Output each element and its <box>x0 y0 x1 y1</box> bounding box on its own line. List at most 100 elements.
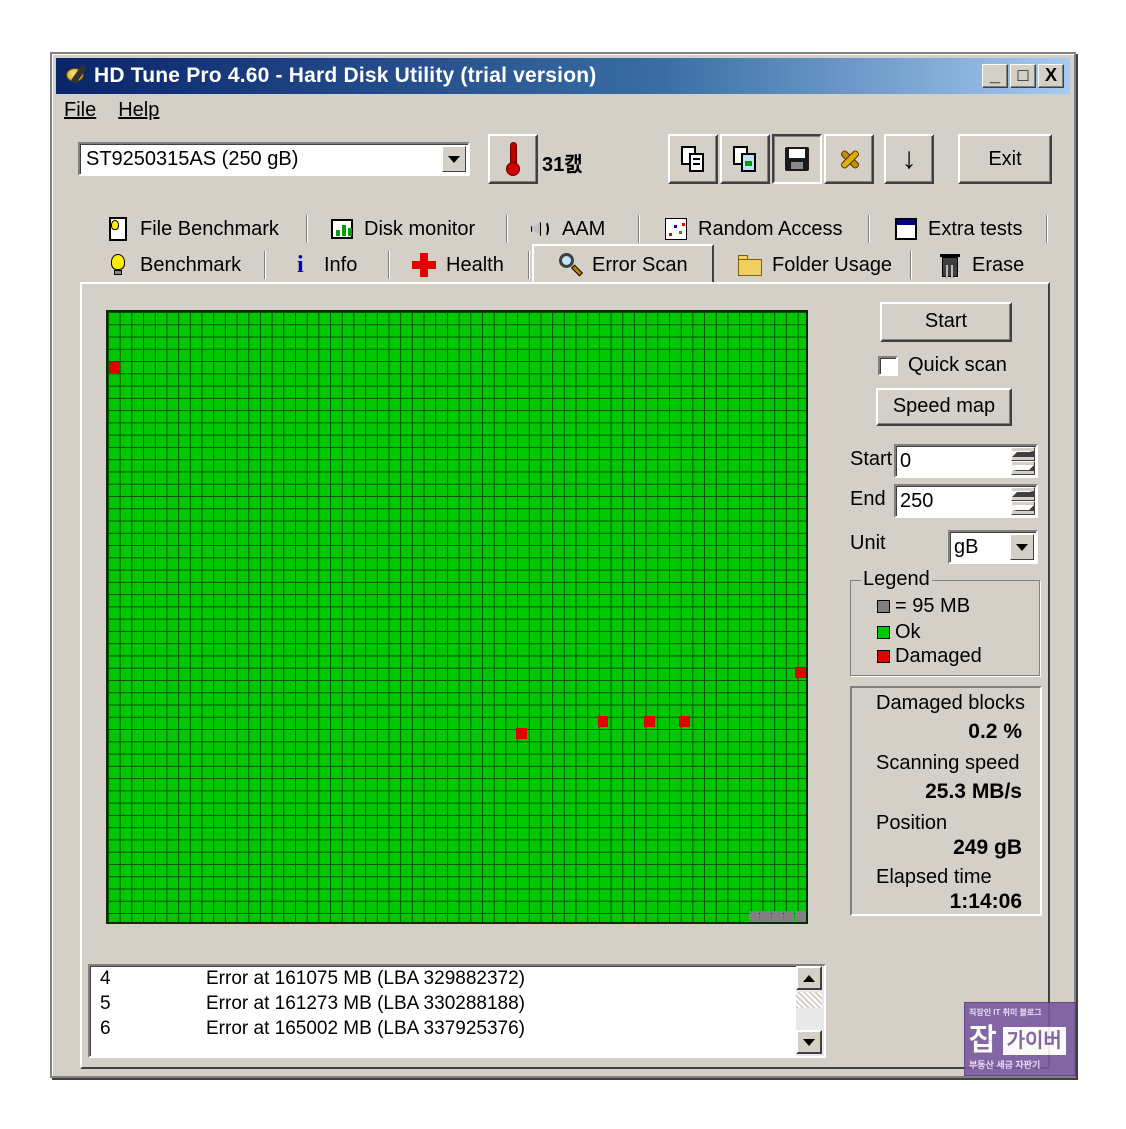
menu-help-label: Help <box>118 98 160 121</box>
menu-file[interactable]: File <box>64 99 96 122</box>
temperature-readout: 31캜 <box>542 154 583 176</box>
damaged-block <box>679 715 690 727</box>
damaged-blocks-value: 0.2 % <box>968 720 1022 743</box>
unit-label: Unit <box>850 532 886 554</box>
exit-button[interactable]: Exit <box>958 134 1052 184</box>
tab-row-top: File Benchmark Disk monitor AAM Random A… <box>82 212 1052 246</box>
end-spinner[interactable] <box>1011 487 1035 515</box>
temperature-button[interactable] <box>488 134 538 184</box>
drive-select-arrow[interactable] <box>442 146 466 172</box>
save-button[interactable] <box>772 134 822 184</box>
toolbar: ST9250315AS (250 gB) 31캜 ↓ Exit <box>56 126 1070 196</box>
tab-aam-label: AAM <box>562 217 606 240</box>
tab-aam[interactable]: AAM <box>528 212 640 246</box>
title-bar[interactable]: HD Tune Pro 4.60 - Hard Disk Utility (tr… <box>56 58 1070 94</box>
spin-down-icon <box>1012 505 1034 511</box>
minimize-button[interactable]: _ <box>982 64 1008 88</box>
watermark-sub-text: 가이버 <box>1002 1027 1066 1055</box>
menu-file-label: File <box>64 98 97 121</box>
tab-disk-monitor-label: Disk monitor <box>364 217 476 240</box>
lightbulb-icon <box>106 253 130 277</box>
tab-file-benchmark-label: File Benchmark <box>140 217 279 240</box>
legend-swatch-ok <box>877 626 890 639</box>
scroll-down-button[interactable] <box>796 1030 822 1054</box>
legend-damaged: Damaged <box>877 645 982 668</box>
tab-benchmark-label: Benchmark <box>140 253 242 276</box>
tab-folder-usage[interactable]: Folder Usage <box>738 248 912 282</box>
legend-box: Legend = 95 MB Ok Damaged <box>850 568 1040 676</box>
copy-screenshot-icon <box>732 145 758 173</box>
menu-help[interactable]: Help <box>118 99 159 122</box>
log-row-message: Error at 161273 MB (LBA 330288188) <box>206 993 525 1014</box>
tab-extra-tests[interactable]: Extra tests <box>894 212 1048 246</box>
watermark-top-text: 직장인 IT 취미 블로그 <box>969 1008 1042 1017</box>
unit-select-value: gB <box>954 536 979 558</box>
legend-title: Legend <box>861 568 932 591</box>
tab-random-access[interactable]: Random Access <box>664 212 870 246</box>
tab-row-bottom: Benchmark i Info Health Error Scan Folde… <box>82 244 1052 284</box>
tab-benchmark[interactable]: Benchmark <box>106 248 266 282</box>
speed-map-button-label: Speed map <box>892 395 996 417</box>
maximize-button[interactable]: □ <box>1010 64 1036 88</box>
tab-folder-usage-label: Folder Usage <box>772 253 893 276</box>
watermark-bottom-text: 부동산 세금 자판기 <box>969 1060 1041 1070</box>
unit-select[interactable]: gB <box>948 530 1038 564</box>
tab-error-scan-label: Error Scan <box>592 253 688 276</box>
drive-select[interactable]: ST9250315AS (250 gB) <box>78 142 470 176</box>
legend-block-size-label: = 95 MB <box>895 595 971 617</box>
unscanned-block <box>760 910 772 922</box>
end-input[interactable]: 250 <box>894 484 1038 518</box>
watermark-main-text: 잡 <box>969 1024 997 1057</box>
copy-screenshot-button[interactable] <box>720 134 770 184</box>
copy-text-button[interactable] <box>668 134 718 184</box>
download-icon: ↓ <box>901 142 917 175</box>
tab-disk-monitor[interactable]: Disk monitor <box>330 212 508 246</box>
legend-swatch-damaged <box>877 650 890 663</box>
download-button[interactable]: ↓ <box>884 134 934 184</box>
quick-scan-checkbox[interactable] <box>878 356 898 376</box>
tab-info[interactable]: i Info <box>290 248 390 282</box>
scroll-track[interactable] <box>796 992 822 1008</box>
start-input[interactable]: 0 <box>894 444 1038 478</box>
log-row-number: 4 <box>100 968 111 989</box>
window-title: HD Tune Pro 4.60 - Hard Disk Utility (tr… <box>94 64 597 87</box>
scroll-up-button[interactable] <box>796 966 822 990</box>
error-log-list[interactable]: 4 Error at 161075 MB (LBA 329882372) 5 E… <box>88 964 826 1058</box>
scroll-down-icon <box>803 1038 815 1046</box>
spin-up-icon <box>1012 491 1034 497</box>
tab-random-access-label: Random Access <box>698 217 843 240</box>
tab-error-scan[interactable]: Error Scan <box>532 244 714 284</box>
save-icon <box>785 147 809 171</box>
disk-monitor-icon <box>330 217 354 241</box>
menu-bar: File Help <box>56 96 1070 124</box>
log-row-number: 6 <box>100 1018 111 1039</box>
copy-text-icon <box>680 145 706 173</box>
log-scrollbar[interactable] <box>796 966 824 1056</box>
start-scan-button[interactable]: Start <box>880 302 1012 342</box>
exit-button-label: Exit <box>988 147 1022 170</box>
speed-map-button[interactable]: Speed map <box>876 388 1012 426</box>
tab-health[interactable]: Health <box>412 248 530 282</box>
options-button[interactable] <box>824 134 874 184</box>
log-row-message: Error at 165002 MB (LBA 337925376) <box>206 1018 525 1039</box>
damaged-block <box>597 715 609 727</box>
position-value: 249 gB <box>953 836 1022 859</box>
elapsed-time-label: Elapsed time <box>876 866 992 888</box>
unscanned-block <box>772 910 783 922</box>
start-spinner[interactable] <box>1011 447 1035 475</box>
legend-ok-label: Ok <box>895 621 921 643</box>
close-button[interactable]: X <box>1038 64 1064 88</box>
legend-block-size: = 95 MB <box>877 595 970 618</box>
unit-select-arrow[interactable] <box>1010 534 1034 560</box>
end-field-label: End <box>850 488 886 510</box>
scroll-up-icon <box>803 974 815 982</box>
legend-ok: Ok <box>877 621 921 644</box>
tab-file-benchmark[interactable]: File Benchmark <box>106 212 308 246</box>
scan-stats-box: Damaged blocks 0.2 % Scanning speed 25.3… <box>850 686 1042 916</box>
log-row-number: 5 <box>100 993 111 1014</box>
end-input-value: 250 <box>900 490 934 512</box>
start-input-value: 0 <box>900 450 912 472</box>
chevron-down-icon <box>448 155 460 163</box>
damaged-block <box>644 715 655 727</box>
tab-erase[interactable]: Erase <box>938 248 1050 282</box>
